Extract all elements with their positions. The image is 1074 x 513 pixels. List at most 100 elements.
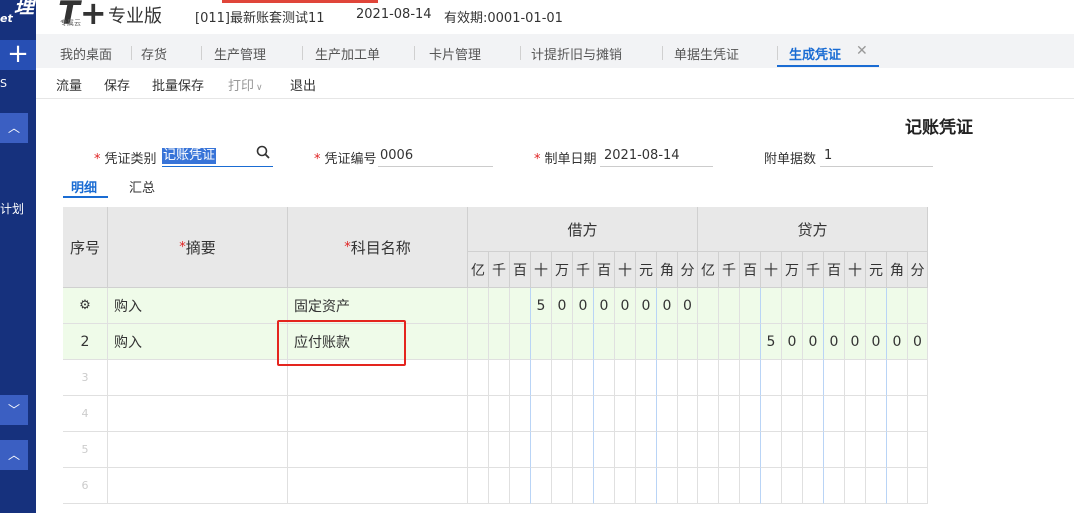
credit-digit-cell[interactable] xyxy=(719,396,740,432)
debit-digit-cell[interactable] xyxy=(468,432,489,468)
row-settings-icon[interactable]: ⚙ xyxy=(79,298,91,313)
row-summary-cell[interactable] xyxy=(108,396,288,432)
credit-digit-cell[interactable] xyxy=(887,288,908,324)
credit-digit-cell[interactable] xyxy=(719,468,740,504)
debit-digit-cell[interactable]: 0 xyxy=(594,288,615,324)
credit-digit-cell[interactable] xyxy=(740,468,761,504)
debit-digit-cell[interactable]: 0 xyxy=(678,288,698,324)
debit-digit-cell[interactable] xyxy=(552,396,573,432)
debit-digit-cell[interactable] xyxy=(531,432,552,468)
debit-digit-cell[interactable]: 0 xyxy=(657,288,678,324)
debit-digit-cell[interactable] xyxy=(615,396,636,432)
debit-digit-cell[interactable] xyxy=(489,360,510,396)
credit-digit-cell[interactable] xyxy=(782,468,803,504)
credit-digit-cell[interactable] xyxy=(866,288,887,324)
chevron-up-icon[interactable]: ︿ xyxy=(0,440,28,470)
row-summary-cell[interactable]: 购入 xyxy=(108,324,288,360)
debit-digit-cell[interactable] xyxy=(636,468,657,504)
voucher-type-input[interactable]: 记账凭证 xyxy=(162,148,217,164)
tab-generate-voucher[interactable]: 生成凭证 xyxy=(789,44,841,63)
credit-digit-cell[interactable] xyxy=(740,288,761,324)
credit-digit-cell[interactable] xyxy=(908,468,928,504)
credit-digit-cell[interactable] xyxy=(803,432,824,468)
credit-digit-cell[interactable]: 0 xyxy=(824,324,845,360)
credit-digit-cell[interactable] xyxy=(698,360,719,396)
debit-digit-cell[interactable] xyxy=(552,360,573,396)
debit-digit-cell[interactable] xyxy=(510,396,531,432)
debit-digit-cell[interactable]: 5 xyxy=(531,288,552,324)
tab-document-voucher[interactable]: 单据生凭证 xyxy=(674,44,739,63)
credit-digit-cell[interactable] xyxy=(698,288,719,324)
debit-digit-cell[interactable] xyxy=(678,468,698,504)
chevron-up-icon[interactable]: ︿ xyxy=(0,113,28,143)
debit-digit-cell[interactable] xyxy=(678,324,698,360)
debit-digit-cell[interactable] xyxy=(489,468,510,504)
tab-card-management[interactable]: 卡片管理 xyxy=(429,44,481,63)
credit-digit-cell[interactable] xyxy=(719,360,740,396)
debit-digit-cell[interactable] xyxy=(573,396,594,432)
credit-digit-cell[interactable]: 0 xyxy=(782,324,803,360)
debit-digit-cell[interactable] xyxy=(594,396,615,432)
debit-digit-cell[interactable] xyxy=(468,396,489,432)
credit-digit-cell[interactable] xyxy=(824,288,845,324)
credit-digit-cell[interactable] xyxy=(761,288,782,324)
tab-inventory[interactable]: 存货 xyxy=(141,44,167,63)
debit-digit-cell[interactable] xyxy=(468,360,489,396)
debit-digit-cell[interactable] xyxy=(510,360,531,396)
debit-digit-cell[interactable] xyxy=(510,324,531,360)
credit-digit-cell[interactable] xyxy=(782,432,803,468)
debit-digit-cell[interactable] xyxy=(636,324,657,360)
date-input[interactable]: 2021-08-14 xyxy=(604,148,680,163)
tab-summary[interactable]: 汇总 xyxy=(129,177,155,196)
credit-digit-cell[interactable] xyxy=(698,432,719,468)
credit-digit-cell[interactable] xyxy=(845,468,866,504)
debit-digit-cell[interactable] xyxy=(510,432,531,468)
tab-depreciation[interactable]: 计提折旧与摊销 xyxy=(531,44,622,63)
debit-digit-cell[interactable] xyxy=(615,468,636,504)
debit-digit-cell[interactable] xyxy=(510,288,531,324)
search-icon[interactable] xyxy=(256,145,270,159)
flow-button[interactable]: 流量 xyxy=(56,75,82,94)
debit-digit-cell[interactable] xyxy=(678,360,698,396)
row-account-cell[interactable] xyxy=(288,432,468,468)
debit-digit-cell[interactable] xyxy=(615,432,636,468)
credit-digit-cell[interactable] xyxy=(845,432,866,468)
credit-digit-cell[interactable] xyxy=(845,360,866,396)
credit-digit-cell[interactable] xyxy=(887,360,908,396)
debit-digit-cell[interactable]: 0 xyxy=(636,288,657,324)
credit-digit-cell[interactable] xyxy=(908,360,928,396)
debit-digit-cell[interactable] xyxy=(489,288,510,324)
credit-digit-cell[interactable] xyxy=(782,360,803,396)
debit-digit-cell[interactable] xyxy=(531,324,552,360)
credit-digit-cell[interactable] xyxy=(887,432,908,468)
row-summary-cell[interactable] xyxy=(108,432,288,468)
credit-digit-cell[interactable] xyxy=(845,396,866,432)
credit-digit-cell[interactable] xyxy=(719,324,740,360)
debit-digit-cell[interactable] xyxy=(531,396,552,432)
row-summary-cell[interactable] xyxy=(108,360,288,396)
credit-digit-cell[interactable] xyxy=(908,288,928,324)
credit-digit-cell[interactable] xyxy=(761,432,782,468)
debit-digit-cell[interactable] xyxy=(531,360,552,396)
credit-digit-cell[interactable] xyxy=(740,324,761,360)
credit-digit-cell[interactable] xyxy=(866,360,887,396)
credit-digit-cell[interactable] xyxy=(887,396,908,432)
debit-digit-cell[interactable] xyxy=(510,468,531,504)
credit-digit-cell[interactable] xyxy=(866,468,887,504)
chevron-down-icon[interactable]: ﹀ xyxy=(0,395,28,425)
voucher-no-input[interactable]: 0006 xyxy=(380,148,413,163)
credit-digit-cell[interactable] xyxy=(761,468,782,504)
credit-digit-cell[interactable] xyxy=(740,396,761,432)
credit-digit-cell[interactable] xyxy=(761,360,782,396)
credit-digit-cell[interactable] xyxy=(719,432,740,468)
debit-digit-cell[interactable] xyxy=(678,396,698,432)
debit-digit-cell[interactable] xyxy=(468,468,489,504)
credit-digit-cell[interactable] xyxy=(740,432,761,468)
debit-digit-cell[interactable] xyxy=(552,324,573,360)
debit-digit-cell[interactable] xyxy=(657,396,678,432)
credit-digit-cell[interactable] xyxy=(908,432,928,468)
credit-digit-cell[interactable]: 0 xyxy=(866,324,887,360)
credit-digit-cell[interactable] xyxy=(761,396,782,432)
debit-digit-cell[interactable] xyxy=(468,288,489,324)
debit-digit-cell[interactable] xyxy=(678,432,698,468)
